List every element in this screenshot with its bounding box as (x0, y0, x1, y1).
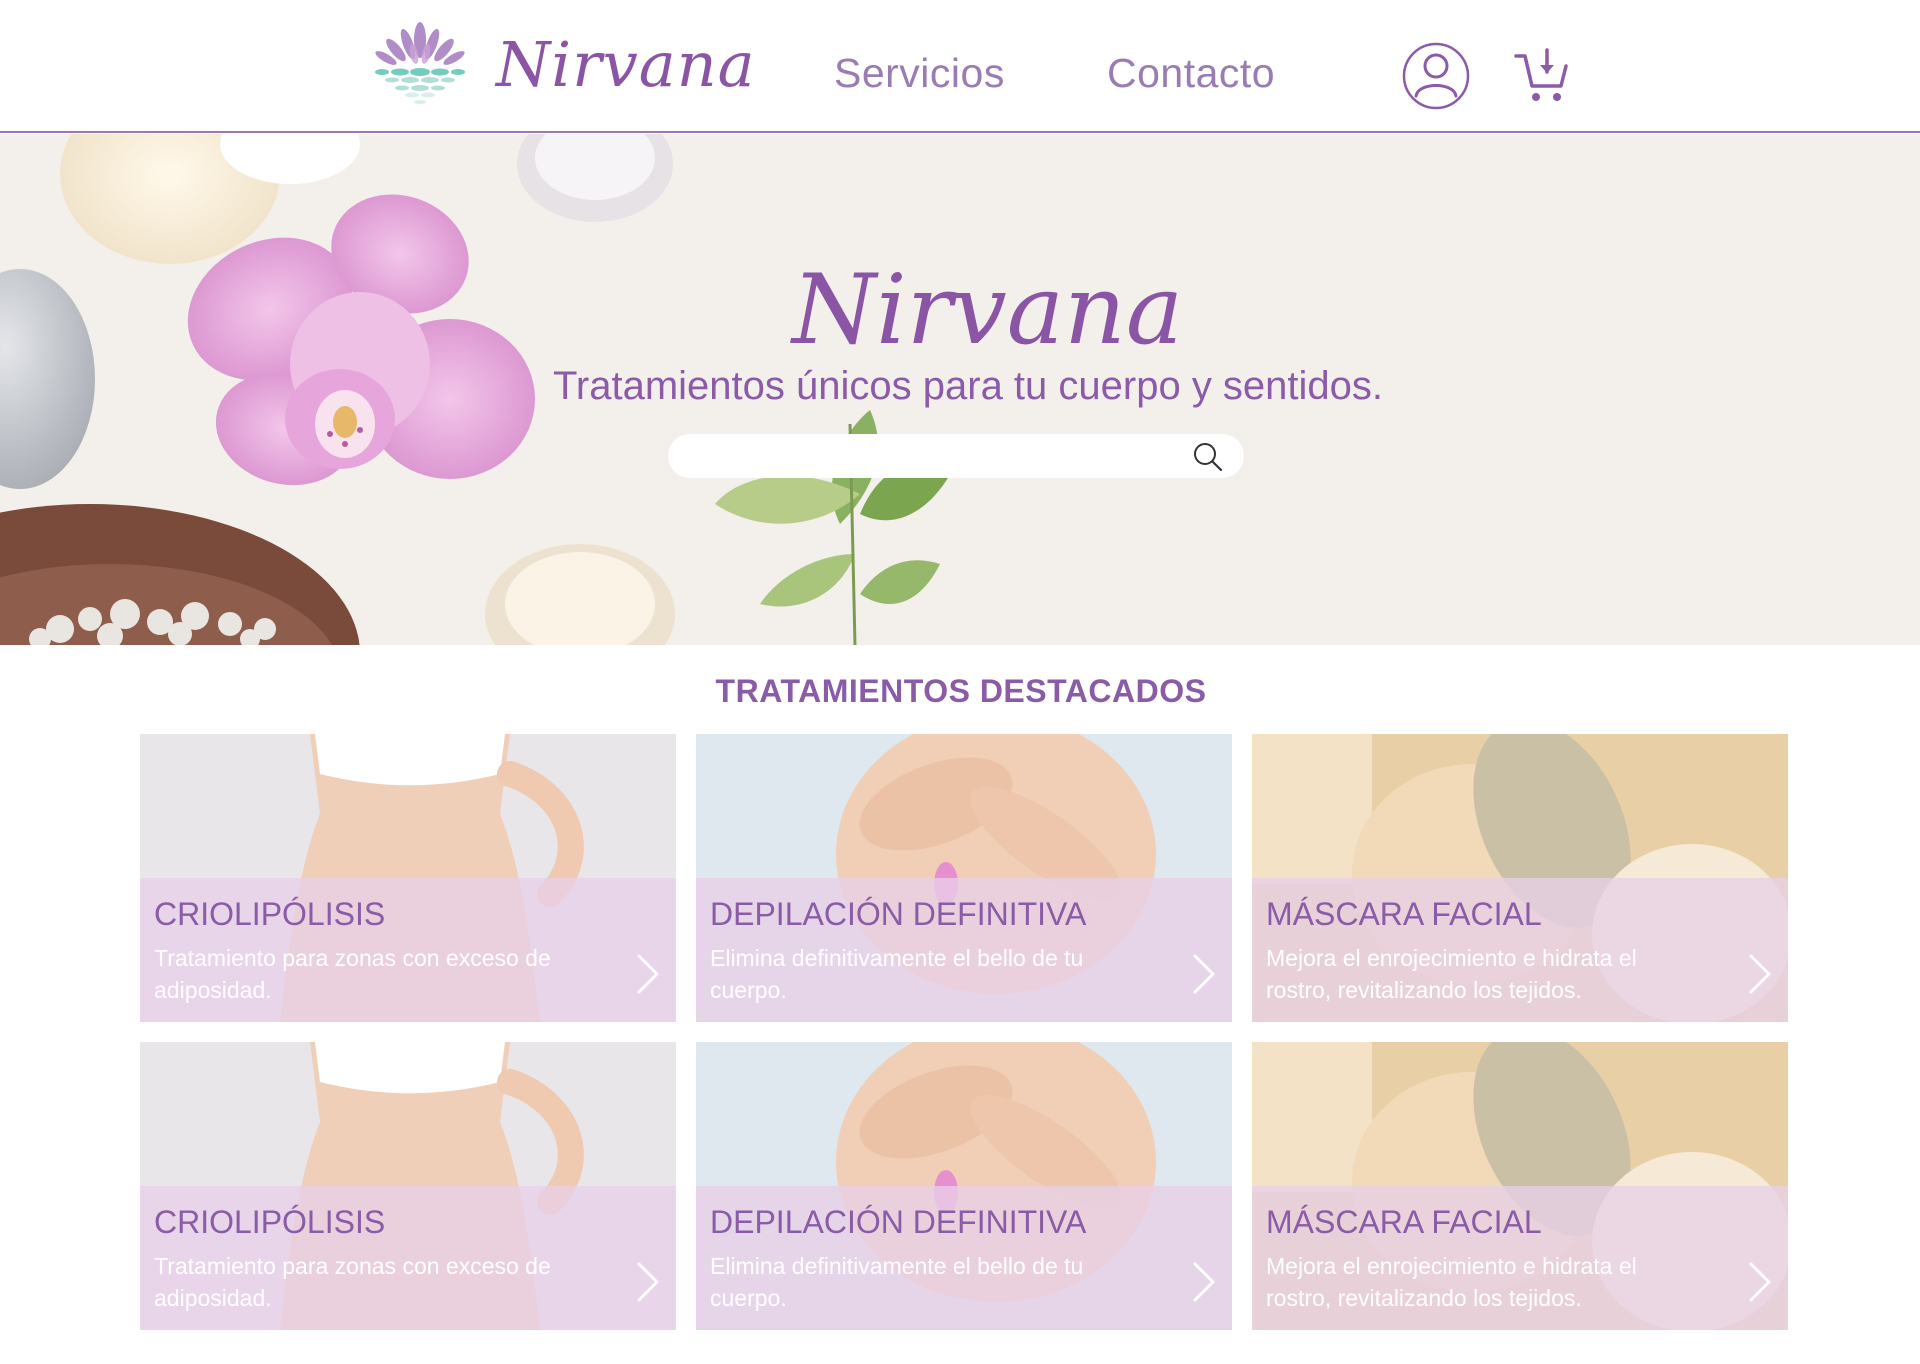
chevron-right-icon[interactable] (1190, 952, 1218, 996)
treatment-card[interactable]: DEPILACIÓN DEFINITIVA Elimina definitivam… (696, 734, 1232, 1022)
treatment-card[interactable]: CRIOLIPÓLISIS Tratamiento para zonas con … (140, 1042, 676, 1330)
cart-icon[interactable] (1513, 48, 1569, 104)
treatment-card[interactable]: MÁSCARA FACIAL Mejora el enrojecimiento e… (1252, 734, 1788, 1022)
treatment-card-description: Elimina definitivamente el bello de tu c… (710, 945, 1084, 1003)
hero-subtitle: Tratamientos únicos para tu cuerpo y sen… (552, 364, 1384, 408)
treatment-card-description: Elimina definitivamente el bello de tu c… (710, 1253, 1084, 1311)
nav-contacto-link[interactable]: Contacto (1107, 50, 1275, 97)
treatment-card-description: Mejora el enrojecimiento e hidrata el ro… (1266, 1253, 1637, 1311)
treatment-card-title: MÁSCARA FACIAL (1266, 1204, 1542, 1240)
site-header: Nirvana Servicios Contacto (0, 0, 1920, 133)
chevron-right-icon[interactable] (1746, 1260, 1774, 1304)
treatment-card[interactable]: MÁSCARA FACIAL Mejora el enrojecimiento e… (1252, 1042, 1788, 1330)
treatment-card-description: Tratamiento para zonas con exceso de adi… (154, 1253, 551, 1311)
nav-servicios-link[interactable]: Servicios (834, 50, 1005, 97)
treatment-card-title: CRIOLIPÓLISIS (154, 896, 386, 932)
treatment-card-description: Tratamiento para zonas con exceso de adi… (154, 945, 551, 1003)
search-input[interactable] (690, 440, 1160, 472)
chevron-right-icon[interactable] (1190, 1260, 1218, 1304)
treatment-card[interactable]: CRIOLIPÓLISIS Tratamiento para zonas con … (140, 734, 676, 1022)
search-icon[interactable] (1192, 441, 1224, 473)
hero-banner: Nirvana Tratamientos únicos para tu cuer… (0, 134, 1920, 645)
treatment-card-title: MÁSCARA FACIAL (1266, 896, 1542, 932)
search-bar (668, 434, 1244, 478)
treatment-card-title: DEPILACIÓN DEFINITIVA (710, 896, 1087, 932)
treatment-card-title: CRIOLIPÓLISIS (154, 1204, 386, 1240)
hero-title: Nirvana (791, 254, 1184, 366)
user-icon[interactable] (1402, 42, 1470, 110)
treatment-card[interactable]: DEPILACIÓN DEFINITIVA Elimina definitivam… (696, 1042, 1232, 1330)
treatment-card-description: Mejora el enrojecimiento e hidrata el ro… (1266, 945, 1637, 1003)
section-title: TRATAMIENTOS DESTACADOS (715, 673, 1207, 709)
lotus-logo-icon (375, 22, 465, 104)
treatment-card-title: DEPILACIÓN DEFINITIVA (710, 1204, 1087, 1240)
chevron-right-icon[interactable] (634, 1260, 662, 1304)
chevron-right-icon[interactable] (634, 952, 662, 996)
logo-link[interactable]: Nirvana (364, 18, 756, 110)
logo-wordmark: Nirvana (496, 27, 756, 101)
chevron-right-icon[interactable] (1746, 952, 1774, 996)
